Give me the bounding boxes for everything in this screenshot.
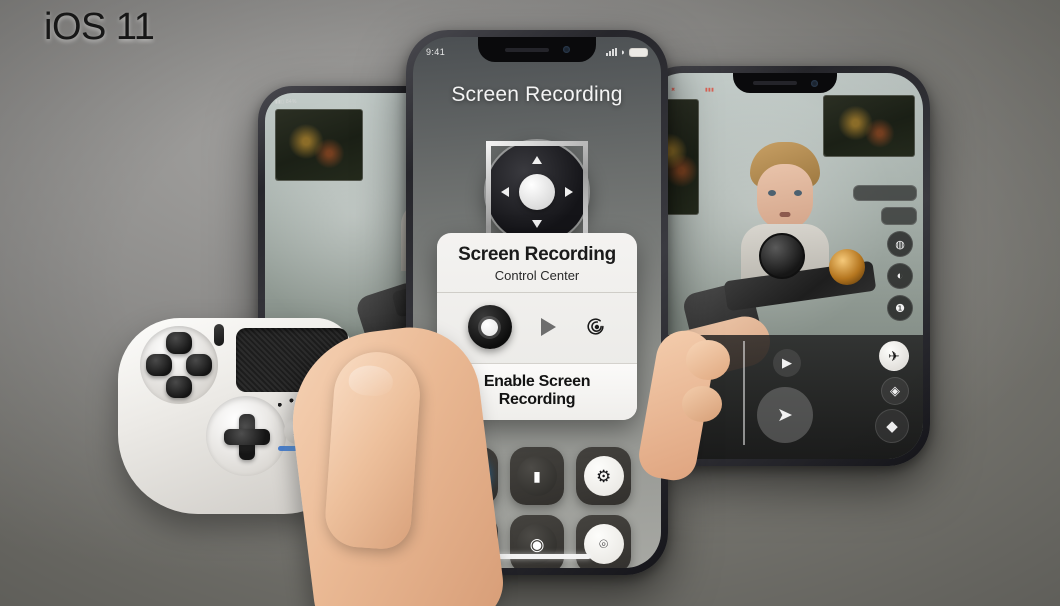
hud-round-ammo[interactable]: ◐ <box>887 263 913 289</box>
game-controller[interactable]: ▲ <box>118 300 368 530</box>
character-face <box>757 164 813 231</box>
right-phone-notch <box>733 73 837 93</box>
gear-icon: ⚙ <box>583 456 624 496</box>
earpiece-speaker <box>752 81 797 85</box>
home-indicator[interactable] <box>483 554 591 559</box>
page-heading: iOS 11 <box>44 6 155 48</box>
right-game-scene: ✖ ▮▮▮ ◍ ◐ ❶ ◀ ◎ ▶ ➤ ✈ ◈ ◆ <box>647 73 923 459</box>
flashlight-tile[interactable]: ▮ <box>509 447 565 505</box>
controller-speckles <box>274 396 332 418</box>
earpiece-speaker <box>504 47 549 52</box>
airplane-icon: ✈ <box>450 456 491 496</box>
flashlight-glyph: ▮ <box>533 468 541 484</box>
arrow-down-icon[interactable] <box>532 220 542 228</box>
left-hud-status: ▮▮▯ 84% <box>275 99 297 105</box>
right-scope <box>759 233 805 279</box>
character-eye-right <box>794 190 802 197</box>
face-buttons[interactable] <box>146 332 212 398</box>
screen-record-tile[interactable]: ◉ <box>509 515 565 568</box>
left-minimap <box>275 109 363 181</box>
battery-icon <box>629 47 648 57</box>
speaker-button[interactable]: ◀ <box>669 351 693 375</box>
arrow-right-icon[interactable] <box>565 187 573 197</box>
triangle-button[interactable] <box>166 332 192 354</box>
square-button[interactable] <box>146 354 172 376</box>
record-button[interactable] <box>467 305 512 349</box>
spiral-icon[interactable] <box>585 316 607 338</box>
cross-button[interactable] <box>166 376 192 398</box>
flashlight-icon: ▮ <box>516 456 557 496</box>
card-subtitle: Control Center <box>494 268 580 283</box>
airplane-glyph: ✈ <box>463 466 478 486</box>
center-phone-screen: 9:41 ◗ Screen Recording Screen Recording… <box>413 37 661 568</box>
camera-tile[interactable]: ⌾ <box>576 515 631 568</box>
hud-round-item[interactable]: ❶ <box>887 295 913 321</box>
right-phone-screen: ✖ ▮▮▮ ◍ ◐ ❶ ◀ ◎ ▶ ➤ ✈ ◈ ◆ <box>647 73 923 459</box>
arrow-left-icon[interactable] <box>501 187 509 197</box>
touchpad[interactable] <box>236 328 348 392</box>
hud-chip-small[interactable] <box>881 207 917 225</box>
center-button-icon[interactable] <box>519 174 555 210</box>
mic-glyph: ▲ <box>462 535 478 553</box>
control-center-grid: ✈ ▮ ⚙ ▲ ◉ ⌾ <box>443 447 631 568</box>
play-button[interactable]: ▶ <box>773 349 801 377</box>
status-time: 9:41 <box>426 47 446 57</box>
card-header: Screen Recording Control Center <box>437 233 637 292</box>
playstation-logo-icon: ▲ <box>284 418 310 444</box>
prone-button[interactable]: ◆ <box>875 409 909 443</box>
character-eye-left <box>768 190 776 197</box>
right-minimap-right <box>823 95 915 157</box>
card-actions <box>437 293 637 363</box>
jump-button[interactable]: ✈ <box>879 341 909 371</box>
signal-bars-icon <box>606 48 618 56</box>
camera-glyph: ⌾ <box>599 535 609 553</box>
gear-glyph: ⚙ <box>596 466 612 486</box>
status-bar-left: 9:41 <box>426 47 445 57</box>
card-footer[interactable]: Enable Screen Recording <box>437 363 637 420</box>
play-icon[interactable] <box>540 318 556 336</box>
page-title: Screen Recording <box>451 83 623 106</box>
hud-chip-wide[interactable] <box>853 185 917 201</box>
airplane-mode-tile[interactable]: ✈ <box>443 447 498 505</box>
card-title: Screen Recording <box>458 244 616 265</box>
dpad-horizontal[interactable] <box>224 429 270 445</box>
wifi-icon: ◗ <box>620 47 626 57</box>
dpad[interactable] <box>224 414 270 460</box>
hud-round-compass[interactable]: ◍ <box>887 231 913 257</box>
control-divider <box>743 341 745 445</box>
mic-tile[interactable]: ▲ <box>443 515 498 568</box>
center-phone-device: 9:41 ◗ Screen Recording Screen Recording… <box>406 30 668 575</box>
directional-pad[interactable] <box>486 141 588 243</box>
settings-tile[interactable]: ⚙ <box>576 447 631 505</box>
right-hud-alert: ✖ <box>671 87 676 93</box>
aim-button[interactable]: ➤ <box>757 387 813 443</box>
right-hud-bars: ▮▮▮ <box>705 87 715 93</box>
front-camera <box>562 46 570 53</box>
right-phone-device: ✖ ▮▮▮ ◍ ◐ ❶ ◀ ◎ ▶ ➤ ✈ ◈ ◆ <box>640 66 930 466</box>
phone-notch <box>478 37 596 62</box>
control-center-screen: 9:41 ◗ Screen Recording Screen Recording… <box>413 37 661 568</box>
arrow-up-icon[interactable] <box>532 156 542 164</box>
circle-button[interactable] <box>186 354 212 376</box>
status-bar-right: ◗ <box>606 47 648 57</box>
record-circle-glyph: ◉ <box>529 534 545 554</box>
share-button[interactable] <box>214 324 224 346</box>
controller-lightbar <box>278 446 318 451</box>
enable-screen-recording-label: Enable Screen Recording <box>483 373 591 408</box>
character-mouth <box>779 212 791 218</box>
right-scope-lens <box>829 249 865 285</box>
crouch-button[interactable]: ◈ <box>881 377 909 405</box>
front-camera <box>810 79 818 87</box>
screen-recording-card: Screen Recording Control Center Enable S… <box>437 233 637 420</box>
record-icon <box>481 318 498 336</box>
